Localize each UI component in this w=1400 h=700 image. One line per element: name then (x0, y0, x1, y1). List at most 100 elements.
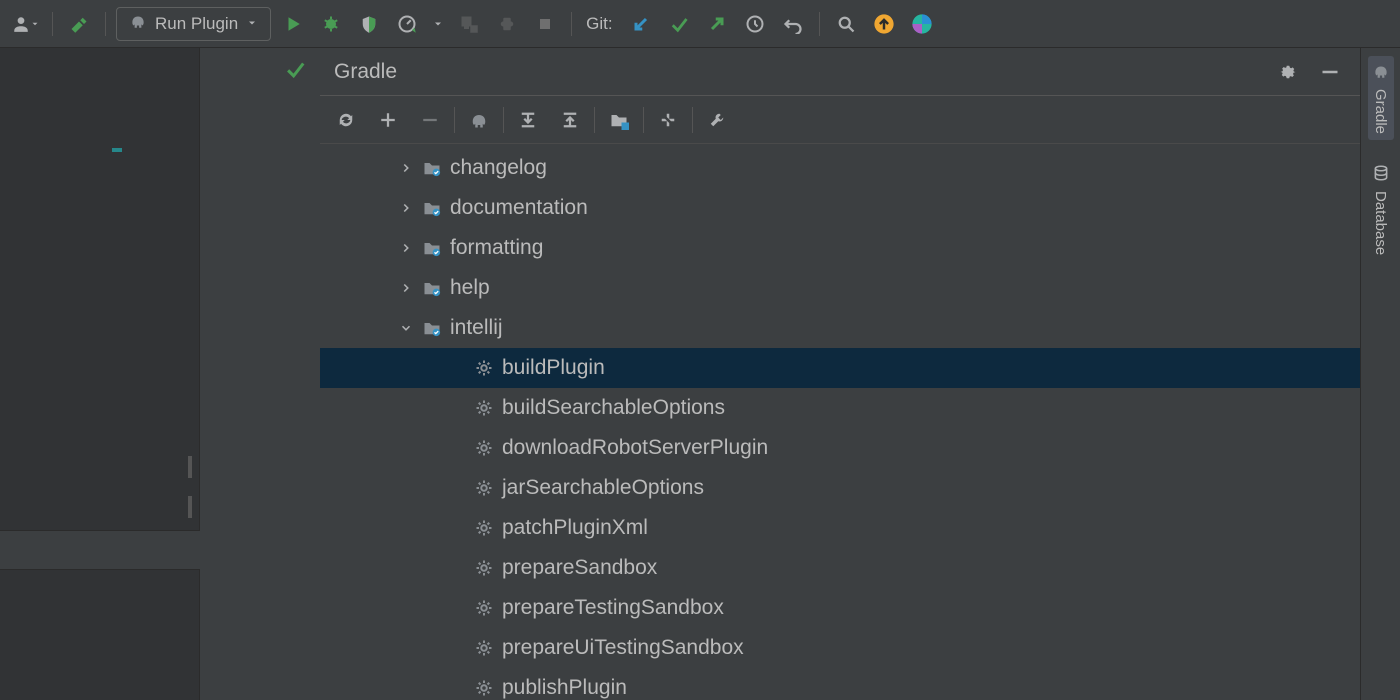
vcs-push-button[interactable] (701, 8, 733, 40)
vcs-commit-button[interactable] (663, 8, 695, 40)
ide-update-button[interactable] (868, 8, 900, 40)
debug-button[interactable] (315, 8, 347, 40)
attach-debugger-button[interactable] (453, 8, 485, 40)
task-folder-icon (418, 318, 446, 338)
gradle-toolbar (320, 96, 1360, 144)
chevron-right-icon (394, 241, 418, 255)
refresh-button[interactable] (326, 100, 366, 140)
vcs-history-button[interactable] (739, 8, 771, 40)
stop-button[interactable] (529, 8, 561, 40)
run-config-selector[interactable]: Run Plugin (116, 7, 271, 41)
tree-folder-intellij[interactable]: intellij (320, 308, 1360, 348)
tree-node-label: help (446, 276, 490, 300)
panel-settings-button[interactable] (1272, 56, 1304, 88)
tree-node-label: publishPlugin (498, 676, 627, 700)
gear-icon (470, 678, 498, 698)
more-run-button[interactable] (429, 8, 447, 40)
run-button[interactable] (277, 8, 309, 40)
tool-tab-label: Database (1372, 191, 1389, 255)
tree-task-publishPlugin[interactable]: publishPlugin (320, 668, 1360, 700)
coverage-button[interactable] (353, 8, 385, 40)
tree-task-downloadRobotServerPlugin[interactable]: downloadRobotServerPlugin (320, 428, 1360, 468)
gear-icon (470, 638, 498, 658)
tree-task-prepareSandbox[interactable]: prepareSandbox (320, 548, 1360, 588)
tree-task-jarSearchableOptions[interactable]: jarSearchableOptions (320, 468, 1360, 508)
gutter-mark (112, 148, 122, 152)
right-tool-strip: Gradle Database (1360, 48, 1400, 700)
link-gradle-button[interactable] (459, 100, 499, 140)
profile-button[interactable] (391, 8, 423, 40)
tree-task-prepareTestingSandbox[interactable]: prepareTestingSandbox (320, 588, 1360, 628)
offline-mode-button[interactable] (648, 100, 688, 140)
build-button[interactable] (63, 8, 95, 40)
gutter-mark (188, 456, 192, 478)
chevron-right-icon (394, 201, 418, 215)
gear-icon (470, 478, 498, 498)
tree-node-label: prepareTestingSandbox (498, 596, 724, 620)
separator (819, 12, 820, 36)
collapsed-panel[interactable] (0, 530, 200, 570)
gear-icon (470, 438, 498, 458)
tree-folder-documentation[interactable]: documentation (320, 188, 1360, 228)
elephant-icon (129, 12, 147, 35)
panel-hide-button[interactable] (1314, 56, 1346, 88)
chevron-down-icon (394, 321, 418, 335)
main-area: Gradle changelogdocumentation formatting h… (0, 48, 1400, 700)
tree-node-label: formatting (446, 236, 543, 260)
gear-icon (470, 598, 498, 618)
tree-node-label: patchPluginXml (498, 516, 648, 540)
separator (52, 12, 53, 36)
task-folder-icon (418, 278, 446, 298)
separator (571, 12, 572, 36)
plugin-button[interactable] (491, 8, 523, 40)
editor-gutter (0, 48, 200, 700)
gutter-mark (188, 496, 192, 518)
separator (643, 107, 644, 133)
tree-task-buildSearchableOptions[interactable]: buildSearchableOptions (320, 388, 1360, 428)
search-everywhere-button[interactable] (830, 8, 862, 40)
tree-folder-help[interactable]: help (320, 268, 1360, 308)
gear-icon (470, 398, 498, 418)
tree-node-label: buildSearchableOptions (498, 396, 725, 420)
tree-node-label: buildPlugin (498, 356, 605, 380)
tree-task-prepareUiTestingSandbox[interactable]: prepareUiTestingSandbox (320, 628, 1360, 668)
chevron-right-icon (394, 161, 418, 175)
gradle-task-tree[interactable]: changelogdocumentation formatting help inte… (320, 144, 1360, 700)
expand-all-button[interactable] (508, 100, 548, 140)
remove-button[interactable] (410, 100, 450, 140)
tree-node-label: prepareSandbox (498, 556, 657, 580)
elephant-icon (1372, 62, 1390, 83)
add-button[interactable] (368, 100, 408, 140)
inspection-ok-icon[interactable] (284, 58, 306, 700)
tree-node-label: jarSearchableOptions (498, 476, 704, 500)
tree-node-label: prepareUiTestingSandbox (498, 636, 744, 660)
database-icon (1372, 164, 1390, 185)
panel-title: Gradle (334, 60, 397, 84)
tree-task-patchPluginXml[interactable]: patchPluginXml (320, 508, 1360, 548)
vcs-rollback-button[interactable] (777, 8, 809, 40)
separator (105, 12, 106, 36)
chevron-right-icon (394, 281, 418, 295)
separator (454, 107, 455, 133)
tree-node-label: downloadRobotServerPlugin (498, 436, 768, 460)
user-menu-button[interactable] (10, 8, 42, 40)
task-folder-icon (418, 198, 446, 218)
tree-folder-formatting[interactable]: formatting (320, 228, 1360, 268)
task-folder-icon (418, 238, 446, 258)
project-structure-button[interactable] (599, 100, 639, 140)
tool-tab-database[interactable]: Database (1372, 164, 1390, 255)
collapse-all-button[interactable] (550, 100, 590, 140)
task-folder-icon (418, 158, 446, 178)
tree-task-buildPlugin[interactable]: buildPlugin (320, 348, 1360, 388)
tree-node-label: intellij (446, 316, 503, 340)
chevron-down-icon (246, 14, 258, 34)
build-settings-button[interactable] (697, 100, 737, 140)
vcs-update-button[interactable] (625, 8, 657, 40)
separator (503, 107, 504, 133)
run-config-label: Run Plugin (155, 14, 238, 34)
separator (594, 107, 595, 133)
space-button[interactable] (906, 8, 938, 40)
tool-tab-gradle[interactable]: Gradle (1368, 56, 1394, 140)
tree-folder-changelog[interactable]: changelog (320, 148, 1360, 188)
separator (692, 107, 693, 133)
